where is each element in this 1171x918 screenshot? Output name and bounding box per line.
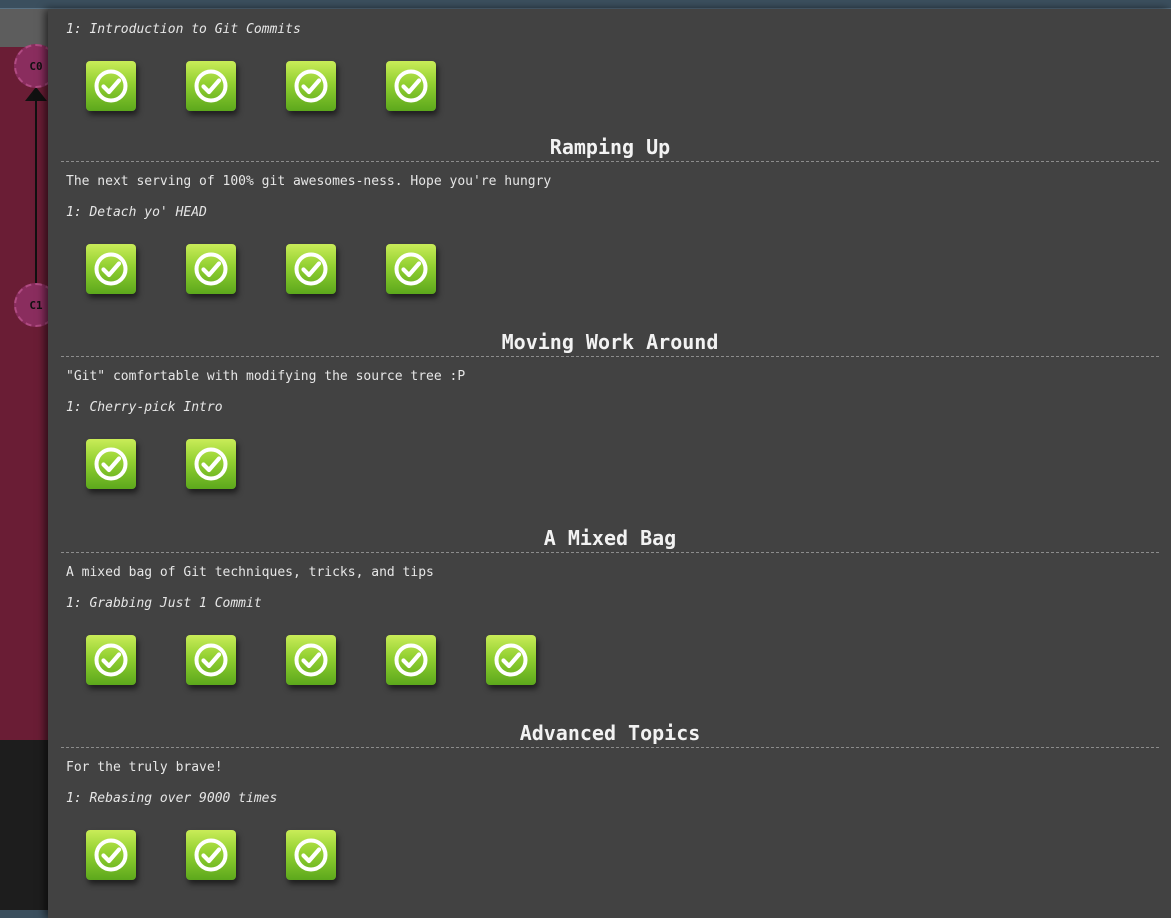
sequence-introduction: 1: Introduction to Git Commits	[48, 19, 1171, 131]
check-icon	[294, 69, 328, 103]
check-icon	[194, 643, 228, 677]
sequence-moving-work-around: Moving Work Around "Git" comfortable wit…	[48, 327, 1171, 509]
check-icon	[194, 838, 228, 872]
sequence-description: The next serving of 100% git awesomes-ne…	[66, 174, 552, 189]
check-icon	[94, 447, 128, 481]
level-name: 1: Cherry-pick Intro	[66, 400, 223, 415]
level-button-2[interactable]	[186, 244, 236, 294]
sequence-title: A Mixed Bag	[61, 523, 1159, 553]
level-button-2[interactable]	[186, 635, 236, 685]
check-icon	[194, 447, 228, 481]
level-grid	[48, 419, 1171, 509]
sequence-description: A mixed bag of Git techniques, tricks, a…	[66, 565, 434, 580]
check-icon	[494, 643, 528, 677]
level-button-1[interactable]	[86, 635, 136, 685]
check-icon	[294, 252, 328, 286]
check-icon	[394, 643, 428, 677]
level-button-1[interactable]	[86, 61, 136, 111]
sequence-advanced-topics: Advanced Topics For the truly brave! 1: …	[48, 718, 1171, 900]
level-button-2[interactable]	[186, 61, 236, 111]
top-bar	[0, 0, 1171, 9]
level-button-4[interactable]	[386, 244, 436, 294]
check-icon	[394, 252, 428, 286]
check-icon	[394, 69, 428, 103]
level-button-1[interactable]	[86, 244, 136, 294]
check-icon	[194, 252, 228, 286]
check-icon	[94, 252, 128, 286]
level-button-3[interactable]	[286, 635, 336, 685]
sequence-description: For the truly brave!	[66, 760, 223, 775]
sequence-description: "Git" comfortable with modifying the sou…	[66, 369, 466, 384]
commit-edge-arrow	[25, 87, 47, 101]
level-name: 1: Detach yo' HEAD	[66, 205, 207, 220]
commit-edge	[35, 98, 37, 284]
level-button-2[interactable]	[186, 439, 236, 489]
level-grid	[48, 810, 1171, 900]
level-button-4[interactable]	[386, 635, 436, 685]
level-name: 1: Introduction to Git Commits	[66, 22, 301, 37]
level-select-panel: 1: Introduction to Git Commits Ramping U…	[48, 9, 1171, 918]
level-button-3[interactable]	[286, 244, 336, 294]
level-grid	[48, 615, 1171, 705]
level-button-1[interactable]	[86, 830, 136, 880]
level-name: 1: Grabbing Just 1 Commit	[66, 596, 262, 611]
check-icon	[294, 838, 328, 872]
check-icon	[94, 838, 128, 872]
sequence-title: Moving Work Around	[61, 327, 1159, 357]
level-button-5[interactable]	[486, 635, 536, 685]
sequence-title: Ramping Up	[61, 132, 1159, 162]
sequence-title: Advanced Topics	[61, 718, 1159, 748]
level-button-2[interactable]	[186, 830, 236, 880]
level-button-3[interactable]	[286, 830, 336, 880]
level-button-4[interactable]	[386, 61, 436, 111]
level-grid	[48, 224, 1171, 314]
sequence-ramping-up: Ramping Up The next serving of 100% git …	[48, 132, 1171, 314]
check-icon	[294, 643, 328, 677]
sequence-mixed-bag: A Mixed Bag A mixed bag of Git technique…	[48, 523, 1171, 705]
level-button-3[interactable]	[286, 61, 336, 111]
level-grid	[48, 41, 1171, 131]
check-icon	[94, 69, 128, 103]
level-button-1[interactable]	[86, 439, 136, 489]
check-icon	[94, 643, 128, 677]
level-name: 1: Rebasing over 9000 times	[66, 791, 278, 806]
check-icon	[194, 69, 228, 103]
